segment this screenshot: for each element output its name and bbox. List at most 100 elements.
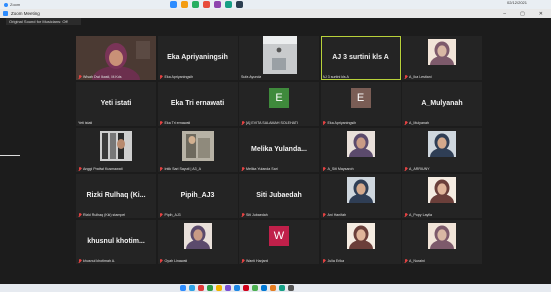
taskbar-app-icon[interactable]	[270, 285, 276, 291]
mic-muted-icon	[78, 75, 81, 79]
profile-photo	[428, 131, 456, 157]
participant-tile[interactable]: Pipih_AJ3 Pipih_AJ3	[157, 174, 238, 218]
participant-name-label: Eka Tri ernawati	[160, 121, 190, 125]
participant-tile[interactable]: khusnul khotim... khusnul khotimah A.	[76, 220, 156, 264]
participant-tile[interactable]: Anggi Pratiwi Kusmawati	[76, 128, 156, 172]
participant-tile[interactable]: Oyah Linawati	[157, 220, 238, 264]
participant-label-text: Ani Hanifah	[327, 213, 347, 217]
participant-name-label: A_Popy Layila	[404, 213, 432, 217]
app-icon[interactable]	[192, 1, 199, 8]
participant-name-label: Ani Hanifah	[323, 213, 347, 217]
participant-name-label: Melika Yulanda Sari	[241, 167, 278, 171]
participant-name-label: khusnul khotimah A.	[78, 259, 115, 263]
participant-label-text: A_Popy Layila	[409, 213, 432, 217]
participant-tile[interactable]: A_ARRIUNY	[402, 128, 482, 172]
taskbar-app-icon[interactable]	[216, 285, 222, 291]
participant-tile[interactable]: Melika Yulanda... Melika Yulanda Sari	[239, 128, 319, 172]
taskbar-app-icon[interactable]	[207, 285, 213, 291]
mic-muted-icon	[404, 213, 407, 217]
participant-name-label: Wisah Dwi Ikasti, M.Kds	[78, 75, 122, 79]
maximize-button[interactable]: ▢	[520, 11, 525, 17]
participant-tile[interactable]: A_Mulyanah A_Mulyanah	[402, 82, 482, 126]
participant-tile[interactable]: A_Nuraini	[402, 220, 482, 264]
browser-tab-zoom[interactable]: Zoom	[4, 0, 20, 9]
participant-label-text: Eka Apriyaningsih	[164, 75, 194, 79]
mic-muted-icon	[160, 167, 163, 171]
app-icon[interactable]	[236, 1, 243, 8]
taskbar-app-icon[interactable]	[288, 285, 294, 291]
avatar-initial: E	[350, 88, 371, 108]
participant-label-text: A_Ika Lestiani	[409, 75, 432, 79]
participant-tile[interactable]: E [A] EVITA SALAMAH SOLEHATI	[239, 82, 319, 126]
zoom-logo-icon	[3, 11, 8, 16]
app-icon[interactable]	[214, 1, 221, 8]
taskbar-app-icon[interactable]	[189, 285, 195, 291]
taskbar-app-icon[interactable]	[225, 285, 231, 291]
zoom-icon	[4, 2, 8, 7]
mic-muted-icon	[323, 121, 326, 125]
profile-photo	[346, 177, 375, 203]
participant-tile[interactable]: Siti Jubaedah Siti Jubaedah	[239, 174, 319, 218]
participant-tile[interactable]: Rizki Rulhaq (Ki... Rizki Rulhaq (Kki) st…	[76, 174, 156, 218]
participant-label-text: Anggi Pratiwi Kusmawati	[83, 167, 123, 171]
profile-photo	[183, 223, 212, 249]
profile-photo	[428, 177, 456, 203]
participant-tile[interactable]: AJ 3 surtini kls A AJ 3 surtini kls A	[320, 36, 401, 80]
participant-tile[interactable]: Eka Tri ernawati Eka Tri ernawati	[157, 82, 238, 126]
mic-muted-icon	[160, 213, 163, 217]
profile-photo	[346, 223, 375, 249]
app-icon[interactable]	[225, 1, 232, 8]
participant-name-label: A_ARRIUNY	[404, 167, 430, 171]
participant-tile[interactable]: A_Ika Lestiani	[402, 36, 482, 80]
os-taskbar	[0, 284, 551, 292]
mic-muted-icon	[323, 213, 326, 217]
participant-tile[interactable]: E Eka Apriyaningsih	[320, 82, 401, 126]
participant-name-label: Eka Apriyaningsih	[160, 75, 194, 79]
app-icon[interactable]	[170, 1, 177, 8]
participant-tile[interactable]: Wisah Dwi Ikasti, M.Kds	[76, 36, 156, 80]
taskbar-app-icon[interactable]	[198, 285, 204, 291]
original-sound-banner[interactable]: Original Sound for Musicians: Off	[6, 18, 81, 25]
participant-tile[interactable]: Intik Sari Sayuti | A3_A	[157, 128, 238, 172]
close-button[interactable]: ✕	[539, 11, 543, 17]
os-top-bar: Zoom 02/12/2021	[0, 0, 551, 9]
participant-name-label: A_Mulyanah	[404, 121, 429, 125]
taskbar-apps	[180, 285, 294, 291]
participant-name-label: Yeti istati	[78, 121, 92, 125]
participant-tile[interactable]: A_Siti Maysaroh	[320, 128, 401, 172]
participant-tile[interactable]: Julia Erika	[320, 220, 401, 264]
taskbar-app-icon[interactable]	[261, 285, 267, 291]
participant-tile[interactable]: W Wanti Harjanti	[239, 220, 319, 264]
taskbar-app-icon[interactable]	[234, 285, 240, 291]
participant-display-name: Yeti istati	[100, 99, 132, 107]
mic-muted-icon	[404, 167, 407, 171]
profile-photo	[346, 131, 375, 157]
mic-muted-icon	[160, 75, 163, 79]
avatar-initial: W	[269, 226, 289, 246]
taskbar-app-icon[interactable]	[180, 285, 186, 291]
participant-tile[interactable]: Yeti istati Yeti istati	[76, 82, 156, 126]
participant-label-text: Julia Erika	[327, 259, 345, 263]
taskbar-app-icon[interactable]	[279, 285, 285, 291]
app-icon[interactable]	[181, 1, 188, 8]
minimize-button[interactable]: –	[503, 11, 506, 17]
participant-tile[interactable]: A_Popy Layila	[402, 174, 482, 218]
participant-tile[interactable]: Eka Apriyaningsih Eka Apriyaningsih	[157, 36, 238, 80]
os-tray-icons	[170, 1, 243, 8]
participant-tile[interactable]: Ani Hanifah	[320, 174, 401, 218]
participant-tile[interactable]: Sufa Ayunda	[239, 36, 319, 80]
mic-muted-icon	[404, 121, 407, 125]
app-icon[interactable]	[203, 1, 210, 8]
taskbar-app-icon[interactable]	[252, 285, 258, 291]
participant-name-label: Pipih_AJ3	[160, 213, 181, 217]
participant-display-name: Eka Apriyaningsih	[167, 53, 228, 61]
participant-label-text: Intik Sari Sayuti | A3_A	[164, 167, 202, 171]
participant-label-text: Siti Jubaedah	[246, 213, 268, 217]
participant-label-text: [A] EVITA SALAMAH SOLEHATI	[246, 121, 298, 125]
tab-label: Zoom	[10, 2, 21, 7]
taskbar-app-icon[interactable]	[243, 285, 249, 291]
participant-name-label: A_Ika Lestiani	[404, 75, 432, 79]
participant-label-text: A_Nuraini	[409, 259, 425, 263]
mic-muted-icon	[241, 167, 244, 171]
participant-display-name: Siti Jubaedah	[256, 191, 302, 199]
